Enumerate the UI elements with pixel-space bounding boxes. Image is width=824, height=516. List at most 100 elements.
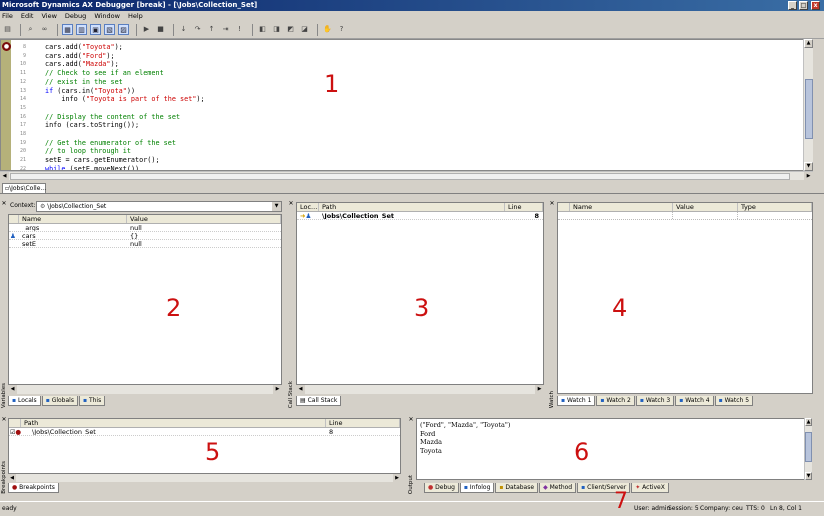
output-vertical-scrollbar[interactable]: ▲ ▼	[804, 418, 812, 480]
run-icon[interactable]: ▶	[141, 24, 152, 35]
enable-breakpoint-icon[interactable]: ◨	[271, 24, 282, 35]
tab-locals[interactable]: ▪ Locals	[8, 396, 41, 406]
column-value[interactable]: Value	[673, 203, 738, 211]
watch-list[interactable]: Name Value Type	[557, 202, 813, 394]
breakpoints-window-icon[interactable]: ▧	[104, 24, 115, 35]
step-over-icon[interactable]: ↷	[192, 24, 203, 35]
context-dropdown[interactable]: ⚙ \Jobs\Collection_Set ▼	[36, 201, 282, 212]
stop-icon[interactable]: ■	[155, 24, 166, 35]
tab-database[interactable]: ▪ Database	[495, 483, 539, 493]
column-name[interactable]: Name	[19, 215, 127, 223]
scroll-right-icon[interactable]: ▶	[393, 474, 401, 482]
tab-breakpoints[interactable]: ● Breakpoints	[8, 483, 59, 493]
print-icon[interactable]: ▤	[2, 24, 13, 35]
scroll-left-icon[interactable]: ◀	[8, 474, 16, 482]
step-into-icon[interactable]: ↓	[178, 24, 189, 35]
help-icon[interactable]: ?	[336, 24, 347, 35]
tab-debug[interactable]: ● Debug	[424, 483, 459, 493]
disable-breakpoint-icon[interactable]: ◩	[285, 24, 296, 35]
menu-help[interactable]: Help	[128, 11, 143, 21]
column-name[interactable]: Name	[570, 203, 673, 211]
code-line[interactable]: cars.add("Ford");	[45, 52, 115, 61]
watch-window-icon[interactable]: ▣	[90, 24, 101, 35]
tab-call-stack[interactable]: ▤ Call Stack	[296, 396, 342, 406]
editor-gutter[interactable]	[1, 40, 11, 170]
scroll-up-icon[interactable]: ▲	[805, 418, 812, 426]
tab-infolog[interactable]: ▪ Infolog	[459, 483, 495, 493]
tab-method[interactable]: ◆ Method	[539, 483, 577, 493]
code-line[interactable]: setE = cars.getEnumerator();	[45, 156, 160, 165]
tab-globals[interactable]: ▪ Globals	[41, 396, 78, 406]
variables-window-icon[interactable]: ▦	[62, 24, 73, 35]
watch-name-cell[interactable]	[558, 212, 673, 219]
menu-edit[interactable]: Edit	[21, 11, 34, 21]
breakpoints-horizontal-scrollbar[interactable]: ◀ ▶	[8, 474, 401, 482]
tab-watch-3[interactable]: ▪ Watch 3	[635, 396, 675, 406]
hand-icon[interactable]: ✋	[322, 24, 333, 35]
code-line[interactable]: cars.add("Toyota");	[45, 43, 123, 52]
tab-watch-4[interactable]: ▪ Watch 4	[675, 396, 714, 406]
code-line[interactable]: if (cars.in("Toyota"))	[45, 87, 135, 96]
table-row[interactable]: setE null	[9, 240, 281, 248]
column-loc[interactable]: Loc...	[297, 203, 319, 211]
close-icon[interactable]: ✕	[287, 200, 295, 207]
menu-view[interactable]: View	[41, 11, 56, 21]
scroll-left-icon[interactable]: ◀	[8, 385, 17, 394]
binoculars-icon[interactable]: ∞	[39, 24, 50, 35]
menu-file[interactable]: File	[2, 11, 13, 21]
maximize-button[interactable]: □	[799, 1, 808, 10]
output-text[interactable]: ("Ford", "Mazda", "Toyota") Ford Mazda T…	[416, 418, 812, 480]
tab-watch-5[interactable]: ▪ Watch 5	[714, 396, 754, 406]
variables-horizontal-scrollbar[interactable]: ◀ ▶	[8, 385, 282, 394]
code-editor[interactable]: ● 8 cars.add("Toyota"); 9 cars.add("Ford");…	[0, 39, 813, 171]
column-path[interactable]: Path	[21, 419, 326, 427]
callstack-horizontal-scrollbar[interactable]: ◀ ▶	[296, 385, 544, 394]
table-row[interactable]: ➜♟ \Jobs\Collection_Set 8	[297, 212, 543, 220]
scroll-thumb[interactable]	[10, 173, 790, 180]
close-button[interactable]: x	[811, 1, 820, 10]
code-line[interactable]: info ("Toyota is part of the set");	[45, 95, 204, 104]
tab-watch-1[interactable]: ▪ Watch 1	[557, 396, 596, 406]
code-vertical-scrollbar[interactable]: ▲ ▼	[803, 39, 813, 171]
variables-list[interactable]: Name Value _args null ♟ cars {} setE nul…	[8, 214, 282, 385]
scroll-thumb[interactable]	[805, 432, 812, 462]
scroll-down-icon[interactable]: ▼	[805, 472, 812, 480]
run-to-cursor-icon[interactable]: ⇥	[220, 24, 231, 35]
insert-breakpoint-icon[interactable]: ◧	[257, 24, 268, 35]
callstack-window-icon[interactable]: ▥	[76, 24, 87, 35]
step-out-icon[interactable]: ↑	[206, 24, 217, 35]
breakpoint-marker-icon[interactable]: ●	[2, 42, 11, 51]
code-line[interactable]: // exist in the set	[45, 78, 123, 87]
code-line[interactable]: // Display the content of the set	[45, 113, 180, 122]
output-window-icon[interactable]: ▨	[118, 24, 129, 35]
chevron-down-icon[interactable]: ▼	[272, 202, 281, 211]
close-icon[interactable]: ✕	[0, 416, 8, 423]
code-line[interactable]: info (cars.toString());	[45, 121, 139, 130]
scroll-right-icon[interactable]: ▶	[535, 385, 544, 394]
breakpoint-toggle-icon[interactable]: !	[234, 24, 245, 35]
table-row[interactable]: _args null	[9, 224, 281, 232]
tab-this[interactable]: ▪ This	[78, 396, 106, 406]
scroll-up-icon[interactable]: ▲	[804, 39, 813, 48]
editor-tab-collection-set[interactable]: ▫\Jobs\Colle...	[2, 183, 46, 194]
menu-debug[interactable]: Debug	[65, 11, 86, 21]
column-type[interactable]: Type	[738, 203, 812, 211]
scroll-down-icon[interactable]: ▼	[804, 162, 813, 171]
column-value[interactable]: Value	[127, 215, 281, 223]
close-icon[interactable]: ✕	[0, 200, 8, 207]
scroll-right-icon[interactable]: ▶	[273, 385, 282, 394]
scroll-left-icon[interactable]: ◀	[0, 172, 9, 181]
minimize-button[interactable]: _	[788, 1, 797, 10]
scroll-thumb[interactable]	[805, 79, 813, 139]
tab-watch-2[interactable]: ▪ Watch 2	[596, 396, 635, 406]
table-row[interactable]	[558, 212, 812, 220]
close-icon[interactable]: ✕	[407, 416, 415, 423]
scroll-right-icon[interactable]: ▶	[804, 172, 813, 181]
breakpoint-checkbox[interactable]: ☑●	[9, 428, 29, 435]
column-line[interactable]: Line	[505, 203, 543, 211]
code-line[interactable]: // Get the enumerator of the set	[45, 139, 176, 148]
menu-window[interactable]: Window	[94, 11, 120, 21]
table-row[interactable]: ☑● \Jobs\Collection_Set 8	[9, 428, 400, 436]
remove-breakpoints-icon[interactable]: ◪	[299, 24, 310, 35]
code-line[interactable]: // to loop through it	[45, 147, 131, 156]
